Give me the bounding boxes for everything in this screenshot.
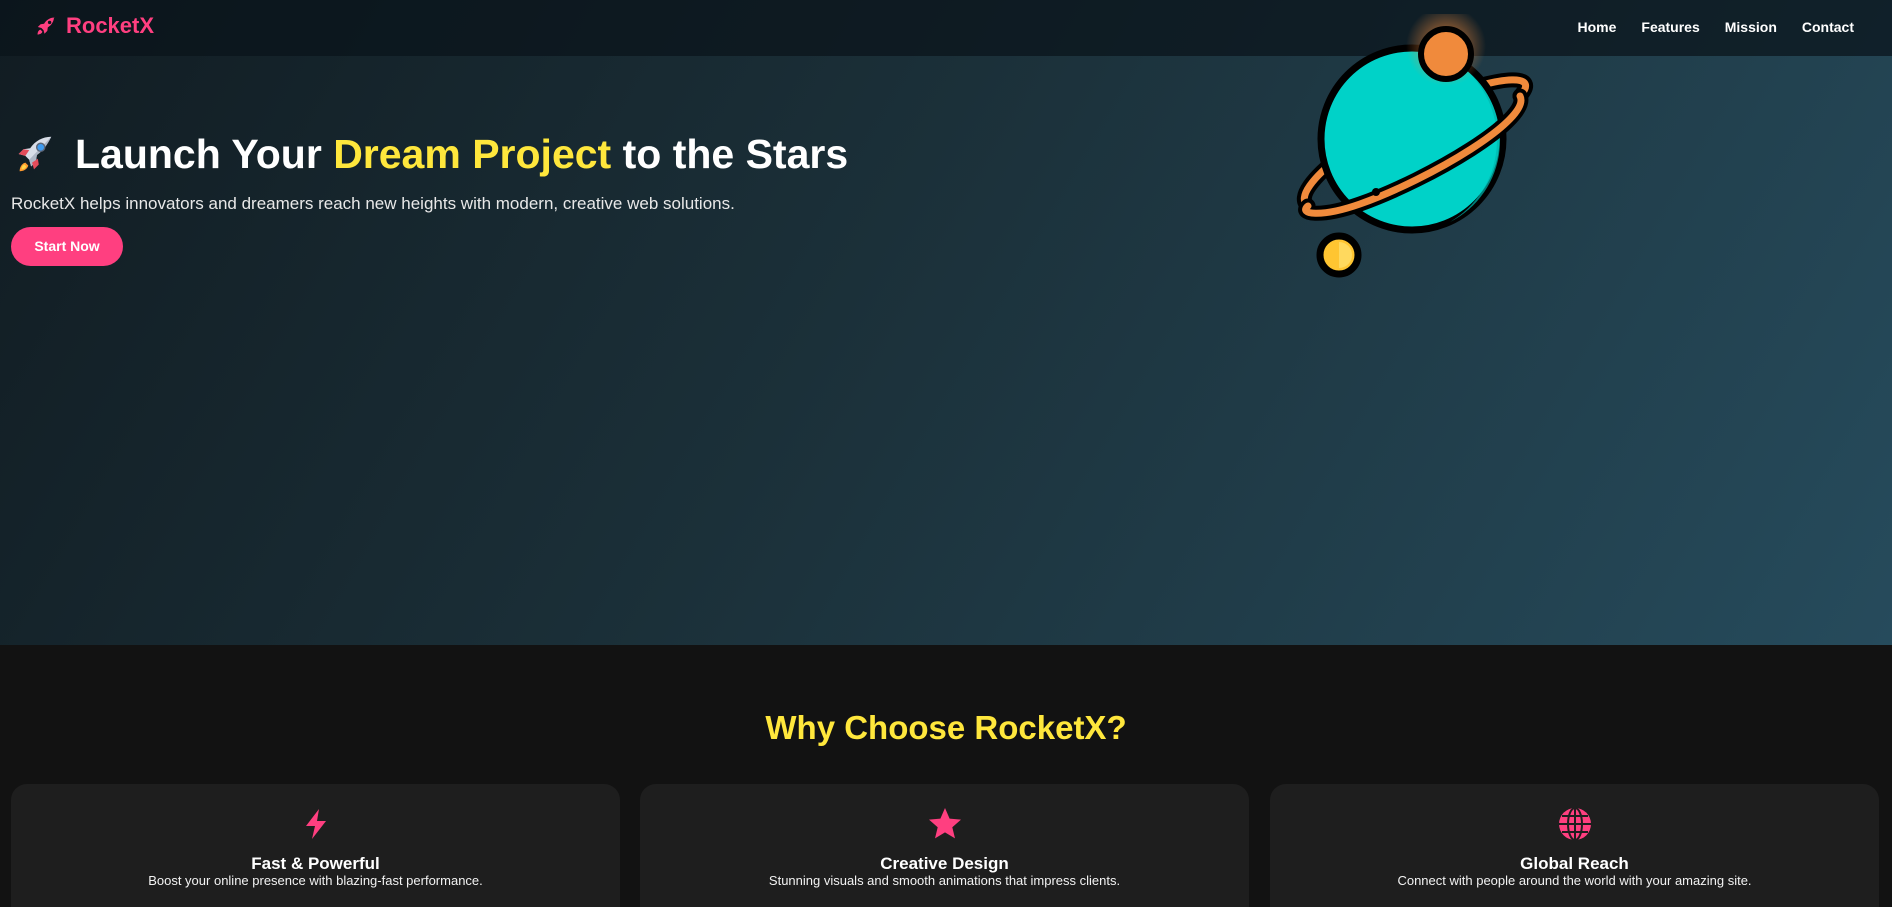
- nav-features-link[interactable]: Features: [1641, 19, 1699, 35]
- globe-icon: [1558, 807, 1591, 841]
- brand-logo[interactable]: RocketX: [34, 13, 154, 39]
- feature-card-title: Global Reach: [1520, 854, 1629, 873]
- hero-title-end: to the Stars: [622, 131, 849, 177]
- nav-mission-link[interactable]: Mission: [1725, 19, 1777, 35]
- feature-card-title: Creative Design: [880, 854, 1009, 873]
- nav-home-link[interactable]: Home: [1577, 19, 1616, 35]
- bolt-icon: [305, 809, 326, 839]
- hero-title: Launch Your Dream Project to the Stars: [11, 126, 848, 182]
- feature-card-design: Creative Design Stunning visuals and smo…: [640, 784, 1249, 907]
- planet-illustration: [1280, 14, 1540, 284]
- hero-subtitle: RocketX helps innovators and dreamers re…: [11, 194, 735, 213]
- nav-links: Home Features Mission Contact: [1577, 19, 1854, 35]
- nav-contact-link[interactable]: Contact: [1802, 19, 1854, 35]
- feature-card-fast: Fast & Powerful Boost your online presen…: [11, 784, 620, 907]
- feature-card-text: Connect with people around the world wit…: [1397, 873, 1752, 888]
- rocket-icon: [37, 17, 55, 35]
- features-heading: Why Choose RocketX?: [765, 709, 1127, 746]
- hero-content: Launch Your Dream Project to the Stars R…: [11, 126, 848, 266]
- feature-card-reach: Global Reach Connect with people around …: [1270, 784, 1879, 907]
- features-section: Why Choose RocketX? Fast & Powerful Boos…: [0, 645, 1892, 907]
- feature-card-title: Fast & Powerful: [251, 854, 380, 873]
- brand-name: RocketX: [66, 13, 155, 38]
- navbar: RocketX Home Features Mission Contact: [0, 0, 1892, 56]
- hero-section: RocketX Home Features Mission Contact La…: [0, 0, 1892, 645]
- feature-card-text: Stunning visuals and smooth animations t…: [768, 873, 1121, 888]
- hero-title-accent: Dream Project: [333, 131, 612, 177]
- star-icon: [928, 808, 961, 839]
- start-now-button[interactable]: Start Now: [11, 227, 123, 266]
- rocket-emoji-icon: [18, 136, 52, 172]
- feature-card-text: Boost your online presence with blazing-…: [148, 873, 483, 888]
- hero-title-start: Launch Your: [75, 131, 322, 177]
